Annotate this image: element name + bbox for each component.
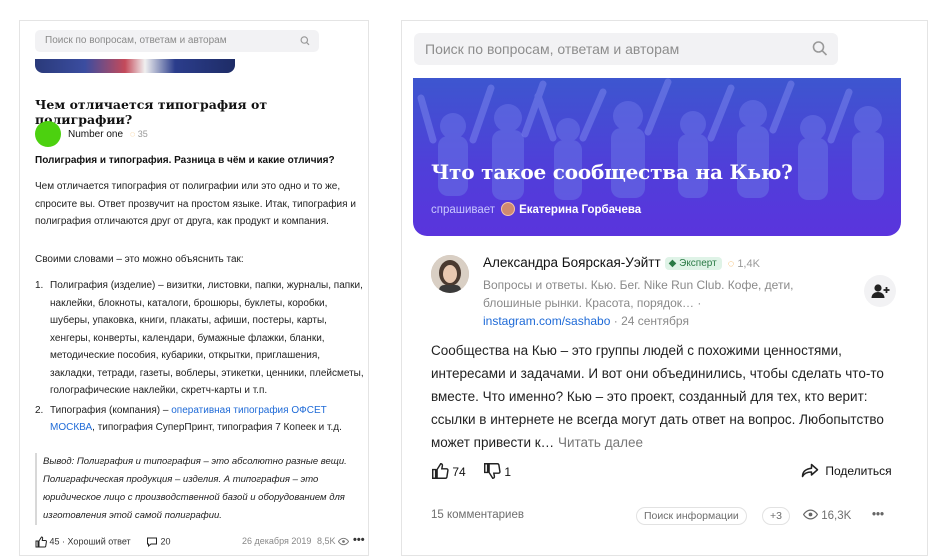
more-menu-icon[interactable]: ••• [872, 509, 884, 521]
share-icon [801, 463, 819, 478]
karma-icon: ◌ [129, 129, 136, 139]
author-info: Number one ◌ 35 [68, 129, 148, 140]
author-score: ◌ 1,4K [728, 258, 760, 270]
comment-count: 20 [160, 536, 171, 547]
search-input[interactable]: Поиск по вопросам, ответам и авторам [35, 30, 319, 52]
search-icon[interactable] [812, 33, 828, 65]
avatar[interactable] [35, 121, 61, 147]
answer-quote: Вывод: Полиграфия и типография – это абс… [35, 453, 363, 525]
thumbs-up-icon [35, 536, 47, 548]
views-count: 16,3K [821, 510, 852, 522]
karma-icon: ◌ [727, 258, 735, 270]
answer-date: · 24 сентября [610, 314, 689, 328]
comments-button[interactable]: 20 [146, 536, 171, 548]
views: 8,5K [317, 536, 350, 546]
eye-icon [337, 537, 350, 546]
search-placeholder: Поиск по вопросам, ответам и авторам [45, 35, 227, 46]
read-more-link[interactable]: Читать далее [558, 435, 643, 450]
like-button[interactable]: 45 · Хороший ответ [35, 536, 131, 548]
share-button[interactable]: Поделиться [801, 463, 892, 478]
author-score: ◌ 35 [130, 129, 148, 139]
answer-body: Сообщества на Кью – это группы людей с п… [431, 343, 884, 450]
question-title[interactable]: Чем отличается типография от полиграфии? [35, 97, 355, 127]
shield-icon: ◆ [668, 258, 677, 269]
good-answer-label: Хороший ответ [67, 536, 131, 547]
expert-badge: ◆ Эксперт [664, 257, 722, 270]
avatar[interactable] [431, 255, 469, 293]
author-line: Александра Боярская-Уэйтт ◆ Эксперт ◌ 1,4K [483, 255, 760, 270]
right-answer-card: Поиск по вопросам, ответам и авторам Что… [401, 20, 928, 556]
answer-footer: 15 комментариев Поиск информации +3 16,3… [431, 507, 901, 529]
answer-actions: 74 1 Поделиться [431, 461, 901, 483]
author-bio: Вопросы и ответы. Кью. Бег. Nike Run Clu… [483, 276, 823, 330]
asks-label: спрашивает [431, 204, 496, 216]
like-count: 45 [49, 536, 60, 547]
answer-list: 1. Полиграфия (изделие) – визитки, листо… [35, 277, 365, 437]
views: 16,3K [802, 509, 852, 522]
author-name[interactable]: Александра Боярская-Уэйтт [483, 255, 661, 270]
list-number: 1. [35, 280, 44, 291]
search-placeholder: Поиск по вопросам, ответам и авторам [425, 41, 680, 57]
comments-link[interactable]: 15 комментариев [431, 509, 524, 521]
eye-icon [802, 509, 819, 520]
dislike-button[interactable]: 1 [483, 463, 512, 480]
author-score-value: 1,4K [737, 258, 760, 270]
thumbs-up-icon [432, 462, 449, 479]
answer-footer: 45 · Хороший ответ 20 26 декабря 2019 8,… [35, 534, 365, 550]
answer-date: 26 декабря 2019 [242, 536, 312, 546]
list-item: 1. Полиграфия (изделие) – визитки, листо… [35, 277, 365, 400]
list-text: , типография СуперПринт, типография 7 Ко… [92, 422, 342, 433]
add-user-icon [871, 284, 890, 298]
answer-text: Сообщества на Кью – это группы людей с п… [431, 339, 901, 454]
instagram-link[interactable]: instagram.com/sashabo [483, 314, 610, 328]
like-count: 74 [452, 465, 466, 479]
answer-paragraph: Чем отличается типография от полиграфии … [35, 181, 356, 227]
dislike-count: 1 [504, 465, 512, 479]
asker-name[interactable]: Екатерина Горбачева [519, 204, 641, 216]
question-asker: спрашивает Екатерина Горбачева [431, 202, 641, 216]
search-input[interactable]: Поиск по вопросам, ответам и авторам [414, 33, 838, 65]
list-number: 2. [35, 404, 44, 416]
expert-badge-label: Эксперт [679, 258, 717, 269]
like-button[interactable]: 74 [431, 462, 466, 479]
left-answer-card: Поиск по вопросам, ответам и авторам Чем… [19, 20, 369, 556]
bio-text: Вопросы и ответы. Кью. Бег. Nike Run Clu… [483, 278, 794, 310]
more-tags-button[interactable]: +3 [762, 507, 790, 525]
list-text: Типография (компания) – [50, 404, 172, 416]
more-menu-icon[interactable]: ••• [353, 534, 365, 546]
search-icon[interactable] [300, 30, 310, 52]
follow-author-button[interactable] [864, 275, 896, 307]
author-score-value: 35 [137, 129, 148, 139]
topic-tag[interactable]: Поиск информации [636, 507, 747, 525]
answer-paragraph: Своими словами – это можно объяснить так… [35, 254, 244, 265]
question-title[interactable]: Что такое сообщества на Кью? [431, 160, 793, 184]
list-text: Полиграфия (изделие) – визитки, листовки… [50, 280, 364, 396]
thumbs-down-icon [484, 463, 501, 480]
comment-icon [147, 537, 157, 548]
asker-avatar[interactable] [501, 202, 516, 216]
views-count: 8,5K [317, 536, 336, 546]
question-cover-image [35, 59, 235, 73]
share-label: Поделиться [825, 464, 892, 478]
question-hero-banner[interactable]: Что такое сообщества на Кью? спрашивает Е… [413, 78, 901, 236]
list-item: 2. Типография (компания) – оперативная т… [35, 402, 365, 437]
answer-heading: Полиграфия и типография. Разница в чём и… [35, 155, 335, 166]
author-name[interactable]: Number one [68, 129, 123, 140]
